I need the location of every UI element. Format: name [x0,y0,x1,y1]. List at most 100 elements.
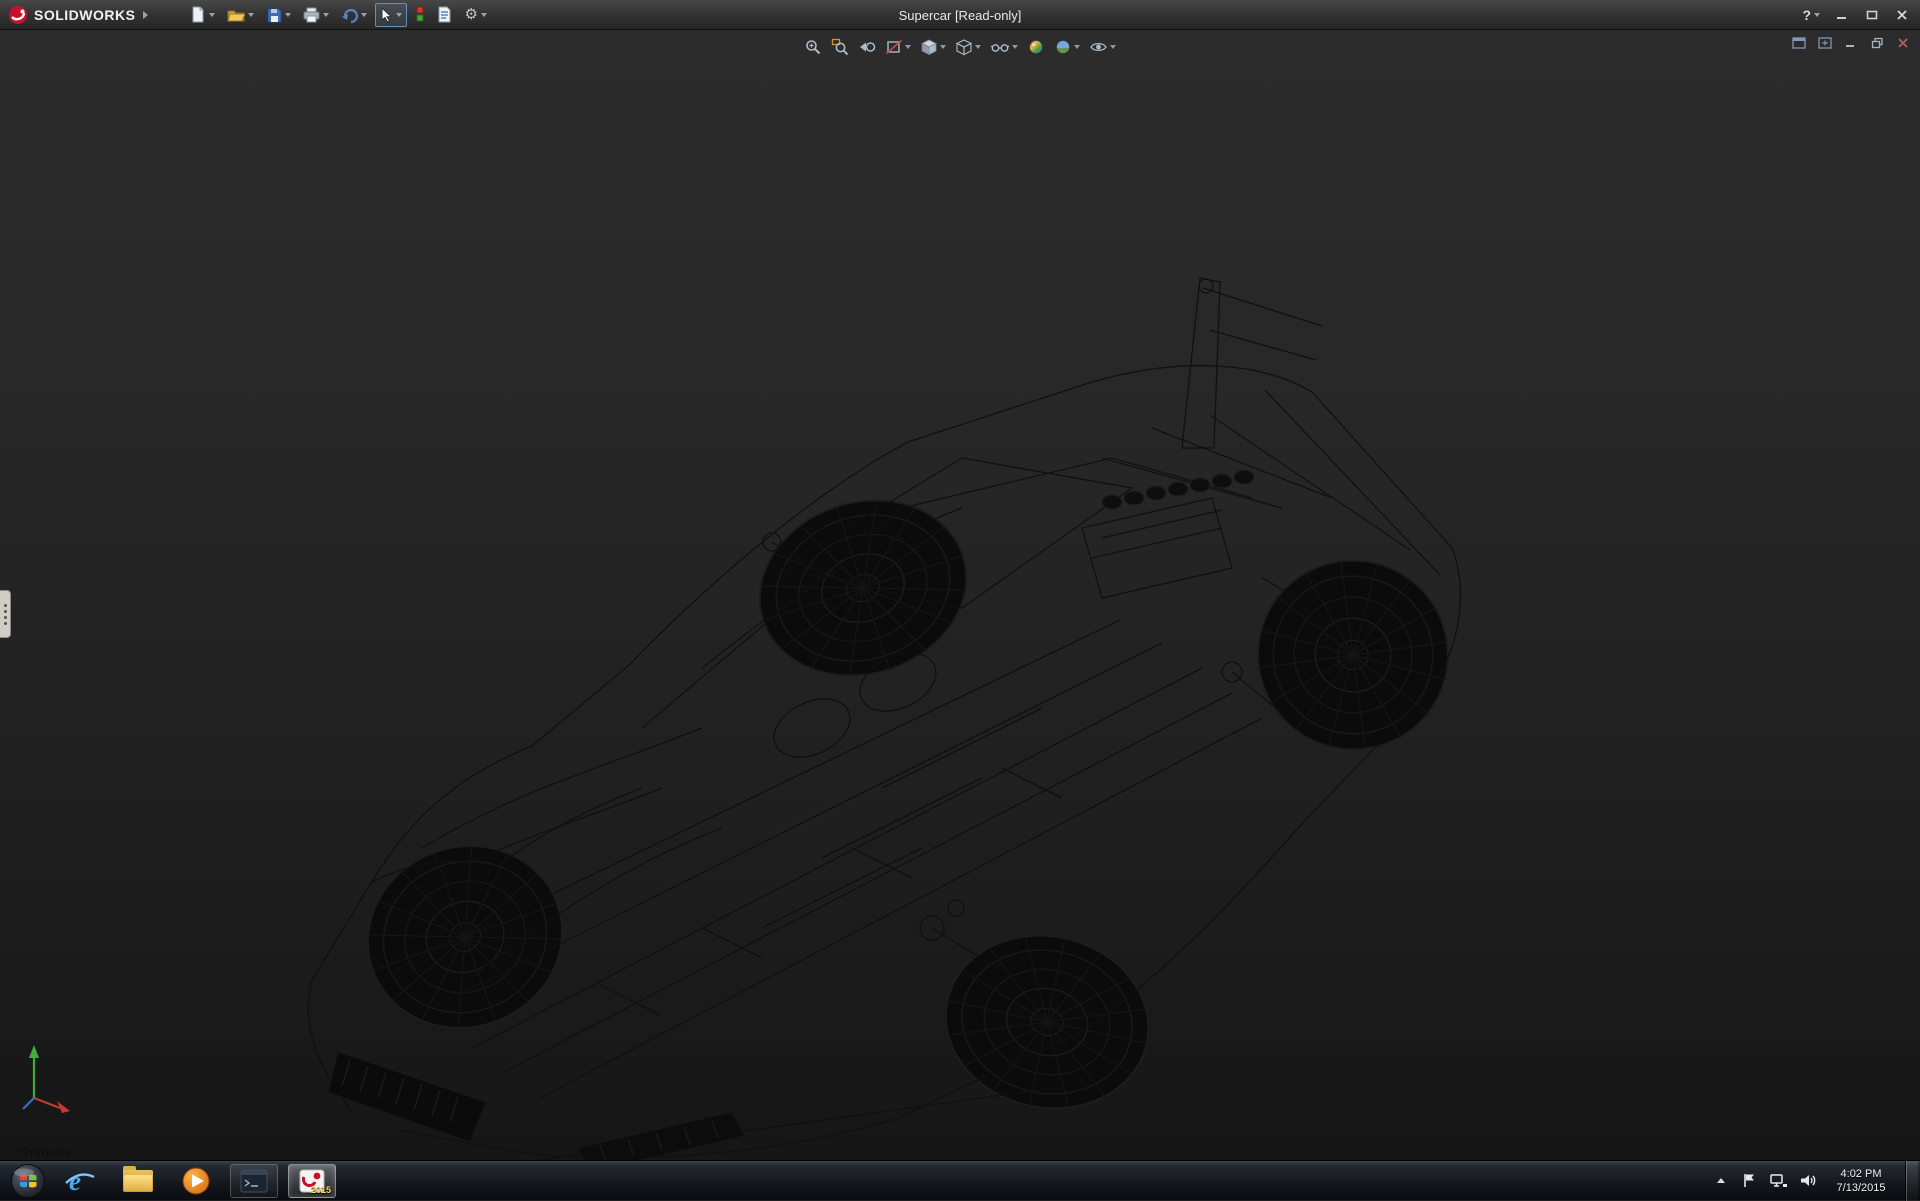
titlebar-controls: ? [1796,0,1916,30]
action-center-flag-icon[interactable] [1741,1172,1758,1189]
titlebar: SOLIDWORKS [0,0,1920,30]
help-glyph: ? [1802,7,1811,23]
doc-close-button[interactable] [1892,34,1914,52]
graphics-area[interactable]: *Trimetric [0,30,1920,1160]
taskbar-item-internet-explorer[interactable]: e [56,1164,104,1198]
options-dropdown-icon[interactable] [481,13,487,17]
options-gear-icon: ⚙ [464,7,477,22]
new-dropdown-icon[interactable] [209,13,215,17]
edit-appearance-ball-icon [1027,38,1045,56]
open-button[interactable] [223,3,258,27]
menu-expander-icon[interactable] [143,11,148,19]
undo-button[interactable] [337,3,371,27]
clock-date: 7/13/2015 [1837,1181,1886,1195]
full-screen-button[interactable] [1814,34,1836,52]
taskbar-item-media-player[interactable] [172,1164,220,1198]
open-dropdown-icon[interactable] [248,13,254,17]
hide-show-dropdown-icon[interactable] [1012,45,1018,49]
taskbar-item-file-explorer[interactable] [114,1164,162,1198]
internet-explorer-icon: e [64,1166,96,1196]
full-screen-icon [1818,37,1832,49]
view-orientation-dropdown-icon[interactable] [940,45,946,49]
chevron-up-icon [1717,1178,1725,1183]
doc-close-icon [1897,37,1909,49]
hide-show-glasses-icon [990,38,1010,56]
select-dropdown-icon[interactable] [396,13,402,17]
wireframe-car-model [0,30,1920,1160]
display-style-dropdown-icon[interactable] [975,45,981,49]
taskbar-item-command-window[interactable] [230,1164,278,1198]
expand-flyout-button[interactable] [1788,34,1810,52]
featuremanager-collapsed-tab[interactable] [0,590,11,638]
file-properties-button[interactable] [433,3,456,27]
volume-icon[interactable] [1799,1172,1817,1189]
command-window-icon [240,1168,268,1194]
grip-dot [4,610,7,613]
minimize-button[interactable] [1828,4,1856,26]
close-icon [1896,9,1908,21]
doc-restore-icon [1871,37,1884,49]
file-explorer-folder-icon [123,1170,153,1192]
minimize-icon [1836,9,1848,21]
svg-text:e: e [69,1166,81,1196]
zoom-to-area-button[interactable] [828,35,852,59]
windows-taskbar: e [0,1160,1920,1200]
hide-show-items-button[interactable] [987,35,1021,59]
select-cursor-icon [380,7,393,23]
new-document-button[interactable] [186,3,219,27]
apply-scene-dropdown-icon[interactable] [1074,45,1080,49]
help-dropdown-icon[interactable] [1814,13,1820,17]
grip-dot [4,604,7,607]
open-folder-icon [227,7,245,23]
section-view-dropdown-icon[interactable] [905,45,911,49]
save-dropdown-icon[interactable] [285,13,291,17]
doc-minimize-button[interactable] [1840,34,1862,52]
view-orientation-cube-icon [920,38,938,56]
print-button[interactable] [299,3,333,27]
maximize-button[interactable] [1858,4,1886,26]
apply-scene-button[interactable] [1051,35,1083,59]
taskbar-clock[interactable]: 4:02 PM 7/13/2015 [1828,1167,1894,1195]
previous-view-button[interactable] [855,35,879,59]
solidworks-3ds-logo-icon [8,5,28,25]
section-view-button[interactable] [882,35,914,59]
view-orientation-button[interactable] [917,35,949,59]
app-logo[interactable]: SOLIDWORKS [0,5,158,25]
show-hidden-icons-button[interactable] [1712,1170,1730,1192]
grip-dot [4,616,7,619]
heads-up-view-toolbar [801,35,1119,59]
previous-view-icon [858,38,876,56]
save-button[interactable] [262,3,295,27]
maximize-icon [1866,9,1878,21]
reference-triad [18,1040,78,1120]
close-button[interactable] [1888,4,1916,26]
edit-appearance-button[interactable] [1024,35,1048,59]
display-style-icon [955,38,973,56]
network-icon[interactable] [1769,1172,1788,1189]
show-desktop-button[interactable] [1905,1161,1918,1201]
display-style-button[interactable] [952,35,984,59]
new-document-icon [190,6,206,23]
doc-restore-button[interactable] [1866,34,1888,52]
expand-flyout-icon [1792,37,1806,49]
help-button[interactable]: ? [1796,7,1826,23]
section-view-icon [885,38,903,56]
taskbar-item-solidworks[interactable]: 2015 [288,1164,336,1198]
print-dropdown-icon[interactable] [323,13,329,17]
print-icon [303,7,320,23]
zoom-to-fit-button[interactable] [801,35,825,59]
start-button[interactable] [0,1161,56,1201]
undo-dropdown-icon[interactable] [361,13,367,17]
standard-toolbar: ⚙ [186,3,490,27]
options-button[interactable]: ⚙ [460,3,490,27]
solidworks-version-badge: 2015 [311,1185,331,1195]
taskbar-items: e [56,1161,336,1201]
select-tool-button[interactable] [375,3,407,27]
rebuild-stoplight-icon [415,6,425,23]
undo-arrow-icon [341,7,358,23]
view-settings-button[interactable] [1086,35,1119,59]
rebuild-button[interactable] [411,3,429,27]
save-floppy-icon [266,7,282,23]
view-settings-dropdown-icon[interactable] [1110,45,1116,49]
doc-minimize-icon [1845,37,1857,49]
